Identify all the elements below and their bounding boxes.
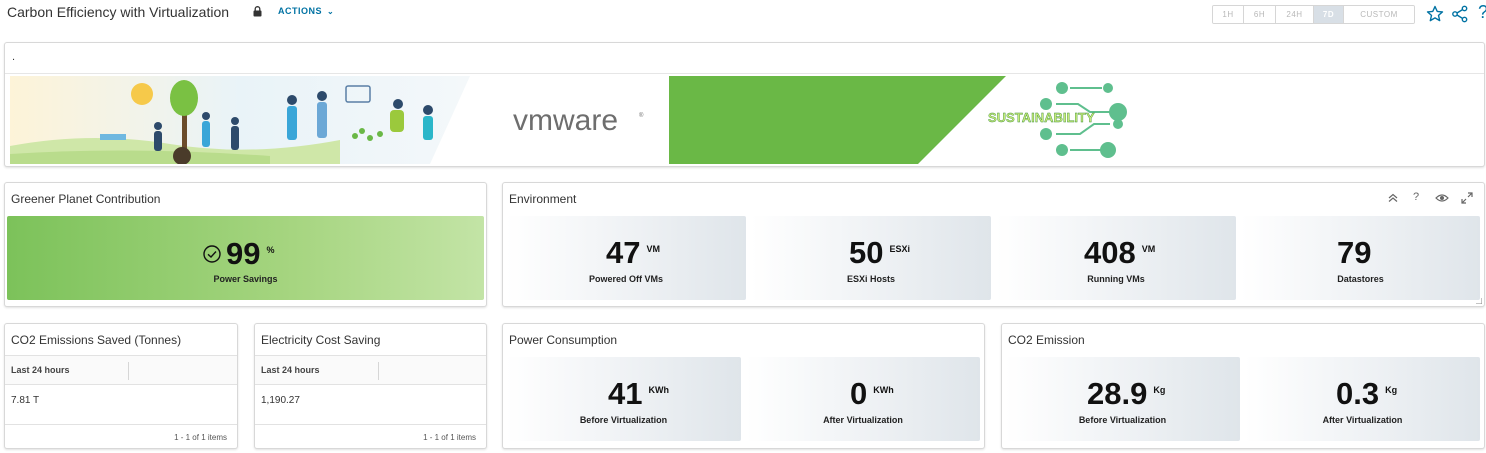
metric-unit: Kg [1153, 385, 1166, 395]
metric-unit: VM [1141, 244, 1156, 254]
help-icon[interactable]: ? [1413, 191, 1419, 203]
metric-unit: ESXi [889, 244, 910, 254]
metric-label: Running VMs [1087, 274, 1145, 284]
banner-panel: . vmware ® SUSTAINABILITY [4, 42, 1485, 167]
esxi-hosts-tile[interactable]: 50 ESXi ESXi Hosts [751, 216, 991, 300]
panel-title: CO2 Emission [1008, 333, 1085, 347]
share-icon[interactable] [1450, 4, 1470, 24]
eye-icon[interactable] [1435, 191, 1449, 205]
power-savings-tile[interactable]: 99 % Power Savings [7, 216, 484, 300]
chevron-down-icon: ⌄ [327, 7, 335, 16]
metric-label: Datastores [1337, 274, 1384, 284]
column-divider[interactable] [128, 362, 129, 380]
metric-label: Before Virtualization [1078, 415, 1167, 425]
power-savings-label: Power Savings [213, 274, 278, 284]
star-icon[interactable] [1425, 4, 1445, 24]
power-savings-value: 99 [226, 236, 261, 271]
panel-title: Power Consumption [509, 333, 618, 347]
sustainability-text: SUSTAINABILITY [988, 110, 1095, 125]
time-range-6h[interactable]: 6H [1244, 6, 1276, 23]
metric-unit: KWh [648, 385, 669, 395]
resize-handle-icon[interactable] [1476, 298, 1482, 304]
pagination-text: 1 - 1 of 1 items [423, 433, 476, 442]
vmware-logo: vmware [513, 104, 618, 137]
metric-value: 79 [1337, 235, 1372, 270]
column-header[interactable]: Last 24 hours [261, 365, 320, 375]
metric-label: After Virtualization [1322, 415, 1403, 425]
metric-value: 41 [608, 376, 643, 411]
banner-text: . [12, 51, 16, 63]
panel-title: CO2 Emissions Saved (Tonnes) [11, 333, 182, 347]
expand-icon[interactable] [1460, 191, 1474, 205]
list-header: Last 24 hours [5, 355, 237, 385]
running-vms-tile[interactable]: 408 VM Running VMs [996, 216, 1236, 300]
greener-planet-panel: Greener Planet Contribution 99 % Power S… [4, 182, 487, 307]
panel-title: Greener Planet Contribution [11, 192, 161, 206]
metric-value: 0 [850, 376, 868, 411]
svg-text:®: ® [639, 112, 644, 119]
panel-title: Environment [509, 192, 577, 206]
environment-panel: Environment ? 47 VM Powered Off VMs 50 E… [502, 182, 1485, 307]
co2-emission-panel: CO2 Emission 28.9 Kg Before Virtualizati… [1001, 323, 1485, 449]
list-footer: 1 - 1 of 1 items [5, 424, 237, 449]
column-divider[interactable] [378, 362, 379, 380]
time-range-7d[interactable]: 7D [1314, 6, 1344, 23]
actions-menu[interactable]: ACTIONS ⌄ [278, 6, 334, 16]
metric-value: 408 [1084, 235, 1136, 270]
check-circle-icon [203, 245, 221, 263]
list-item[interactable]: 7.81 T [11, 395, 39, 406]
time-range-1h[interactable]: 1H [1213, 6, 1244, 23]
list-item[interactable]: 1,190.27 [261, 395, 300, 406]
time-range-selector: 1H 6H 24H 7D CUSTOM [1212, 5, 1415, 24]
datastores-tile[interactable]: 79 Datastores [1241, 216, 1480, 300]
metric-label: ESXi Hosts [846, 274, 895, 284]
power-consumption-panel: Power Consumption 41 KWh Before Virtuali… [502, 323, 985, 449]
metric-unit: KWh [873, 385, 894, 395]
collapse-icon[interactable] [1386, 191, 1400, 205]
metric-value: 50 [849, 235, 884, 270]
time-range-custom[interactable]: CUSTOM [1344, 6, 1414, 23]
powered-off-vms-tile[interactable]: 47 VM Powered Off VMs [506, 216, 746, 300]
column-header[interactable]: Last 24 hours [11, 365, 70, 375]
help-icon[interactable]: ? [1478, 2, 1486, 23]
time-range-24h[interactable]: 24H [1276, 6, 1314, 23]
dashboard-header: Carbon Efficiency with Virtualization AC… [0, 0, 1486, 28]
after-virtualization-tile[interactable]: 0 KWh After Virtualization [746, 357, 980, 441]
pagination-text: 1 - 1 of 1 items [174, 433, 227, 442]
banner-image: vmware ® SUSTAINABILITY [10, 76, 1127, 164]
metric-label: Before Virtualization [579, 415, 668, 425]
metric-label: Powered Off VMs [588, 274, 663, 284]
after-virtualization-tile[interactable]: 0.3 Kg After Virtualization [1245, 357, 1480, 441]
actions-label: ACTIONS [278, 6, 322, 16]
panel-title: Electricity Cost Saving [261, 333, 381, 347]
metric-value: 28.9 [1087, 376, 1148, 411]
metric-label: After Virtualization [823, 415, 903, 425]
list-footer: 1 - 1 of 1 items [255, 424, 486, 449]
co2-saved-panel: CO2 Emissions Saved (Tonnes) Last 24 hou… [4, 323, 238, 449]
electricity-saving-panel: Electricity Cost Saving Last 24 hours 1,… [254, 323, 487, 449]
metric-unit: VM [646, 244, 660, 254]
metric-value: 0.3 [1336, 376, 1380, 411]
list-header: Last 24 hours [255, 355, 486, 385]
before-virtualization-tile[interactable]: 41 KWh Before Virtualization [506, 357, 741, 441]
lock-icon [253, 6, 262, 17]
page-title: Carbon Efficiency with Virtualization [7, 4, 230, 20]
before-virtualization-tile[interactable]: 28.9 Kg Before Virtualization [1005, 357, 1240, 441]
power-savings-unit: % [266, 245, 275, 255]
metric-unit: Kg [1385, 385, 1398, 395]
metric-value: 47 [606, 235, 641, 270]
divider [5, 73, 1484, 74]
